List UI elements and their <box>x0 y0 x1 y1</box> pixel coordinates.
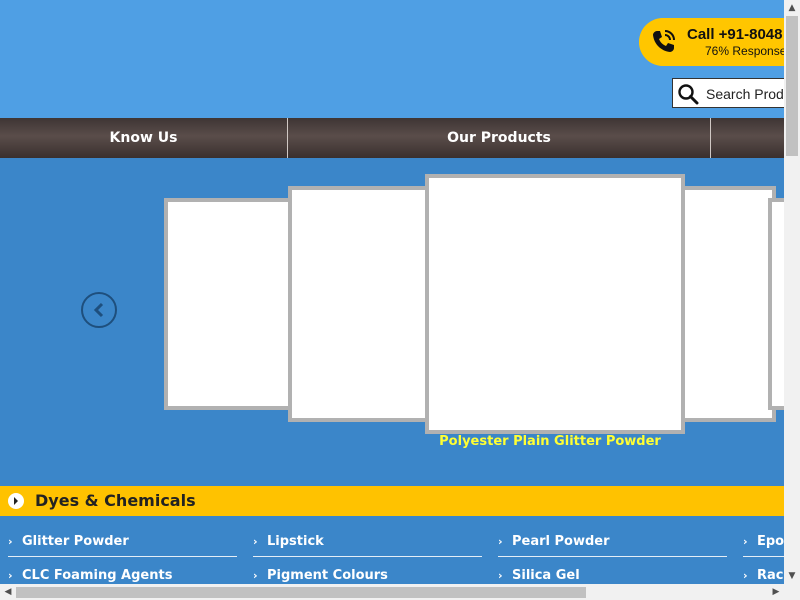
carousel-slide[interactable] <box>288 186 440 422</box>
chevron-right-icon <box>8 493 24 509</box>
main-nav: Know Us Our Products <box>0 118 784 158</box>
carousel-slide[interactable] <box>680 186 776 422</box>
link-label: Pigment Colours <box>267 568 388 583</box>
category-link[interactable]: › Epo <box>743 534 784 557</box>
chevron-left-icon <box>93 302 104 318</box>
link-label: Lipstick <box>267 534 324 549</box>
chevron-right-icon: › <box>8 535 13 548</box>
call-number: Call +91-8048 <box>687 26 783 43</box>
site-header: Call +91-8048 76% Response Search Prod <box>0 0 799 118</box>
category-link[interactable]: › Glitter Powder <box>8 534 237 557</box>
chevron-right-icon: › <box>498 535 503 548</box>
nav-item-know-us[interactable]: Know Us <box>0 118 287 158</box>
chevron-right-icon: › <box>743 535 748 548</box>
category-title: Dyes & Chemicals <box>35 491 196 510</box>
slide-caption[interactable]: Polyester Plain Glitter Powder <box>427 434 673 449</box>
category-link[interactable]: › Lipstick <box>253 534 482 557</box>
chevron-right-icon: › <box>253 535 258 548</box>
horizontal-scroll-thumb[interactable] <box>16 587 586 598</box>
scroll-right-icon[interactable]: ▶ <box>768 584 784 600</box>
link-label: Pearl Powder <box>512 534 610 549</box>
scroll-up-icon[interactable]: ▲ <box>784 0 800 16</box>
carousel-slide-active[interactable] <box>425 174 685 434</box>
chevron-right-icon: › <box>498 569 503 582</box>
chevron-right-icon: › <box>8 569 13 582</box>
chevron-right-icon: › <box>743 569 748 582</box>
response-rate: 76% Response <box>705 44 787 58</box>
carousel-slide[interactable] <box>164 198 298 410</box>
link-label: Silica Gel <box>512 568 580 583</box>
link-label: Epo <box>757 534 784 549</box>
nav-divider <box>710 118 711 158</box>
link-label: CLC Foaming Agents <box>22 568 173 583</box>
link-label: Rac <box>757 568 784 583</box>
search-input[interactable]: Search Prod <box>672 78 792 108</box>
chevron-right-icon: › <box>253 569 258 582</box>
link-label: Glitter Powder <box>22 534 129 549</box>
call-button[interactable]: Call +91-8048 76% Response <box>639 18 799 66</box>
carousel-prev-button[interactable] <box>81 292 117 328</box>
vertical-scroll-thumb[interactable] <box>786 16 798 156</box>
category-link[interactable]: › Pearl Powder <box>498 534 727 557</box>
nav-item-our-products[interactable]: Our Products <box>288 118 710 158</box>
search-icon[interactable] <box>677 83 699 109</box>
scroll-left-icon[interactable]: ◀ <box>0 584 16 600</box>
search-placeholder: Search Prod <box>706 86 784 102</box>
scroll-down-icon[interactable]: ▼ <box>784 568 800 584</box>
phone-icon <box>639 18 687 66</box>
